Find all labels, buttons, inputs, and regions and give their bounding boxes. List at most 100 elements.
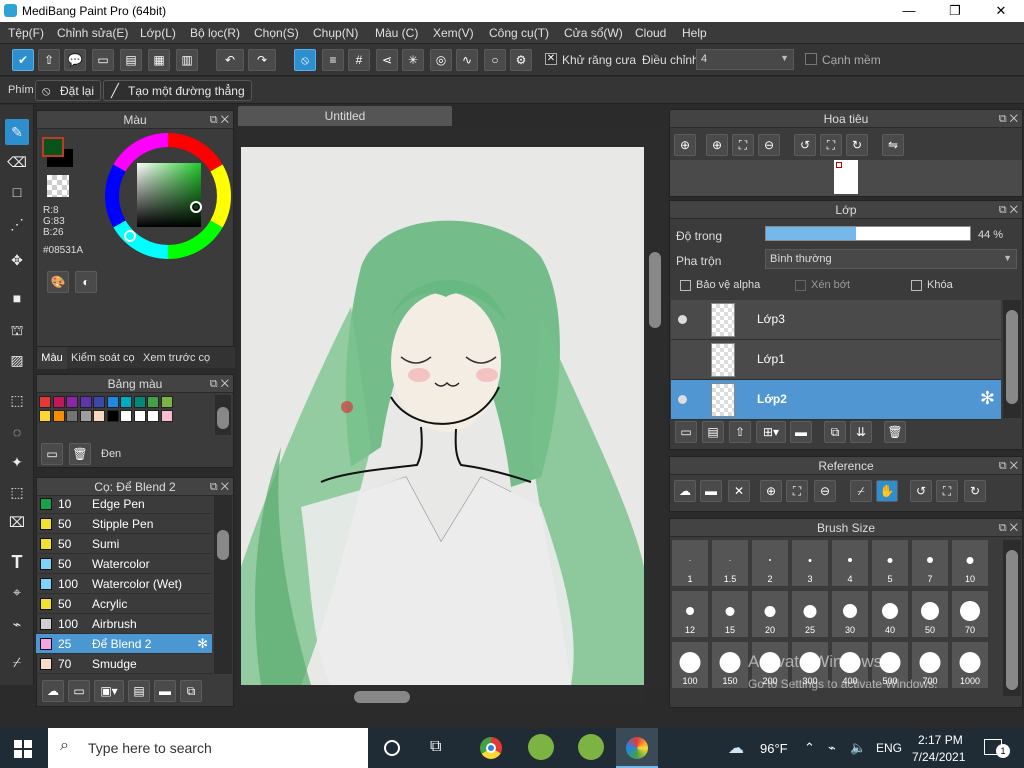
medibang-taskbar-icon[interactable]	[528, 734, 554, 760]
layer-row[interactable]: Lớp1	[671, 340, 1001, 380]
eyedropper-tool-icon[interactable]: ⌿	[5, 649, 29, 675]
straight-line-button[interactable]: ╱ Tạo một đường thẳng	[103, 80, 252, 101]
brush-size-option[interactable]: 10	[951, 539, 989, 587]
brush-size-option[interactable]: 25	[791, 590, 829, 638]
snap-off-icon[interactable]: ⦸	[294, 49, 316, 71]
delete-layer-icon[interactable]: 🗑	[884, 421, 906, 443]
zoom-in-icon[interactable]: ⊕	[706, 134, 728, 156]
layer-scrollbar[interactable]	[1003, 300, 1021, 418]
brush-item[interactable]: 50 Watercolor	[36, 554, 212, 574]
ref-rotate-left-icon[interactable]: ↺	[910, 480, 932, 502]
brush-size-option[interactable]: 1	[671, 539, 709, 587]
palette-swatch[interactable]	[120, 410, 132, 422]
brush-size-scrollbar[interactable]	[1003, 540, 1021, 696]
brush-item[interactable]: 10 Edge Pen	[36, 494, 212, 514]
select-tool-icon[interactable]: ⬚	[5, 387, 29, 413]
panel-close-icon[interactable]: ⧉ ✕	[999, 201, 1018, 219]
flip-icon[interactable]: ⇋	[882, 134, 904, 156]
maximize-button[interactable]: ❐	[932, 0, 978, 22]
new-file-icon[interactable]: ▭	[92, 49, 114, 71]
brush-item[interactable]: 100 Watercolor (Wet)	[36, 574, 212, 594]
menu-help[interactable]: Help	[682, 26, 707, 40]
snap-ellipse-icon[interactable]: ○	[484, 49, 506, 71]
brush-settings-icon[interactable]: ▤	[128, 680, 150, 702]
new-palette-icon[interactable]: ▭	[41, 443, 63, 465]
snap-parallel-icon[interactable]: ≡	[322, 49, 344, 71]
duplicate-brush-icon[interactable]: ⧉	[180, 680, 202, 702]
palette-swatch[interactable]	[52, 410, 65, 422]
palette-icon[interactable]: 🎨	[47, 271, 69, 293]
new-brush-icon[interactable]: ▭	[68, 680, 90, 702]
ref-hand-icon[interactable]: ✋	[876, 480, 898, 502]
menu-cloud[interactable]: Cloud	[635, 26, 666, 40]
share-icon[interactable]: ⇧	[38, 49, 60, 71]
brush-size-option[interactable]: 1.5	[711, 539, 749, 587]
brush-size-option[interactable]: 30	[831, 590, 869, 638]
eraser-tool-icon[interactable]: ⌫	[5, 149, 29, 175]
save-icon[interactable]: ▤	[120, 49, 142, 71]
brush-size-option[interactable]: 1000	[951, 641, 989, 689]
brush-size-option[interactable]: 2	[751, 539, 789, 587]
brush-size-option[interactable]: 40	[871, 590, 909, 638]
blend-mode-select[interactable]: Bình thường ▼	[765, 249, 1017, 269]
clock-time[interactable]: 2:17 PM	[918, 733, 963, 747]
layer-folder-icon[interactable]: ▬	[790, 421, 812, 443]
volume-icon[interactable]: 🔈	[850, 740, 866, 756]
snap-grid-icon[interactable]: #	[348, 49, 370, 71]
chrome-icon[interactable]	[480, 737, 502, 759]
palette-swatch[interactable]	[160, 410, 173, 422]
snap-circle-icon[interactable]: ◎	[430, 49, 452, 71]
cloud-brush-icon[interactable]: ☁	[42, 680, 64, 702]
menu-tools[interactable]: Công cụ(T)	[489, 26, 549, 40]
taskbar-search[interactable]: ⌕ Type here to search	[48, 728, 368, 768]
clock-date[interactable]: 7/24/2021	[912, 750, 965, 764]
cortana-icon[interactable]	[384, 740, 400, 756]
protect-alpha-checkbox[interactable]	[680, 280, 691, 291]
rectangle-tool-icon[interactable]: □	[5, 179, 29, 205]
magic-wand-tool-icon[interactable]: ✦	[5, 449, 29, 475]
medibang-taskbar-icon-2[interactable]	[578, 734, 604, 760]
zoom-actual-icon[interactable]: ⛶	[732, 134, 754, 156]
brush-item[interactable]: 25 Để Blend 2 ✻	[36, 634, 212, 654]
brush-tool-icon[interactable]: ✎	[5, 119, 29, 145]
menu-edit[interactable]: Chỉnh sửa(E)	[57, 26, 128, 40]
correction-select[interactable]: 4 ▼	[696, 49, 794, 70]
export-icon[interactable]: ▦	[148, 49, 170, 71]
operation-tool-icon[interactable]: ⌖	[5, 579, 29, 605]
brush-size-option[interactable]: 50	[911, 590, 949, 638]
close-reference-icon[interactable]: ✕	[728, 480, 750, 502]
ref-eyedropper-icon[interactable]: ⌿	[850, 480, 872, 502]
reset-button[interactable]: ⦸ Đặt lại	[35, 80, 102, 101]
palette-swatch[interactable]	[66, 410, 78, 422]
language-indicator[interactable]: ENG	[876, 741, 902, 755]
panel-close-icon[interactable]: ⧉ ✕	[999, 110, 1018, 128]
ref-zoom-in-icon[interactable]: ⊕	[760, 480, 782, 502]
canvas-vertical-scrollbar[interactable]	[646, 128, 664, 688]
color-wheel[interactable]	[103, 131, 233, 261]
close-window-button[interactable]: ✕	[978, 0, 1024, 22]
ref-fit-icon[interactable]: ⛶	[786, 480, 808, 502]
cloud-reference-icon[interactable]: ☁	[674, 480, 696, 502]
cloud-check-icon[interactable]: ✔	[12, 49, 34, 71]
brush-item[interactable]: 50 Sumi	[36, 534, 212, 554]
panel-close-icon[interactable]: ⧉ ✕	[999, 457, 1018, 475]
layer-visibility-icon[interactable]	[678, 355, 687, 364]
brush-size-option[interactable]: 3	[791, 539, 829, 587]
menu-color[interactable]: Màu (C)	[375, 26, 418, 40]
menu-snap[interactable]: Chụp(N)	[313, 26, 358, 40]
primary-color-swatch[interactable]	[42, 137, 64, 157]
brush-item[interactable]: 50 Acrylic	[36, 594, 212, 614]
brush-folder-icon[interactable]: ▬	[154, 680, 176, 702]
panel-close-icon[interactable]: ⧉ ✕	[210, 111, 229, 129]
brush-size-option[interactable]: 100	[671, 641, 709, 689]
gradient-tool-icon[interactable]: ▨	[5, 347, 29, 373]
menu-layer[interactable]: Lớp(L)	[140, 26, 176, 40]
navigator-preview[interactable]	[670, 160, 1022, 196]
select-eraser-tool-icon[interactable]: ⌧	[5, 509, 29, 535]
snap-curve-icon[interactable]: ∿	[456, 49, 478, 71]
menu-filter[interactable]: Bộ lọc(R)	[190, 26, 240, 40]
new-layer-icon[interactable]: ▭	[675, 421, 697, 443]
palette-scrollbar[interactable]	[215, 395, 231, 435]
zoom-fit-icon[interactable]: ⊕	[674, 134, 696, 156]
palette-swatch[interactable]	[120, 396, 132, 408]
